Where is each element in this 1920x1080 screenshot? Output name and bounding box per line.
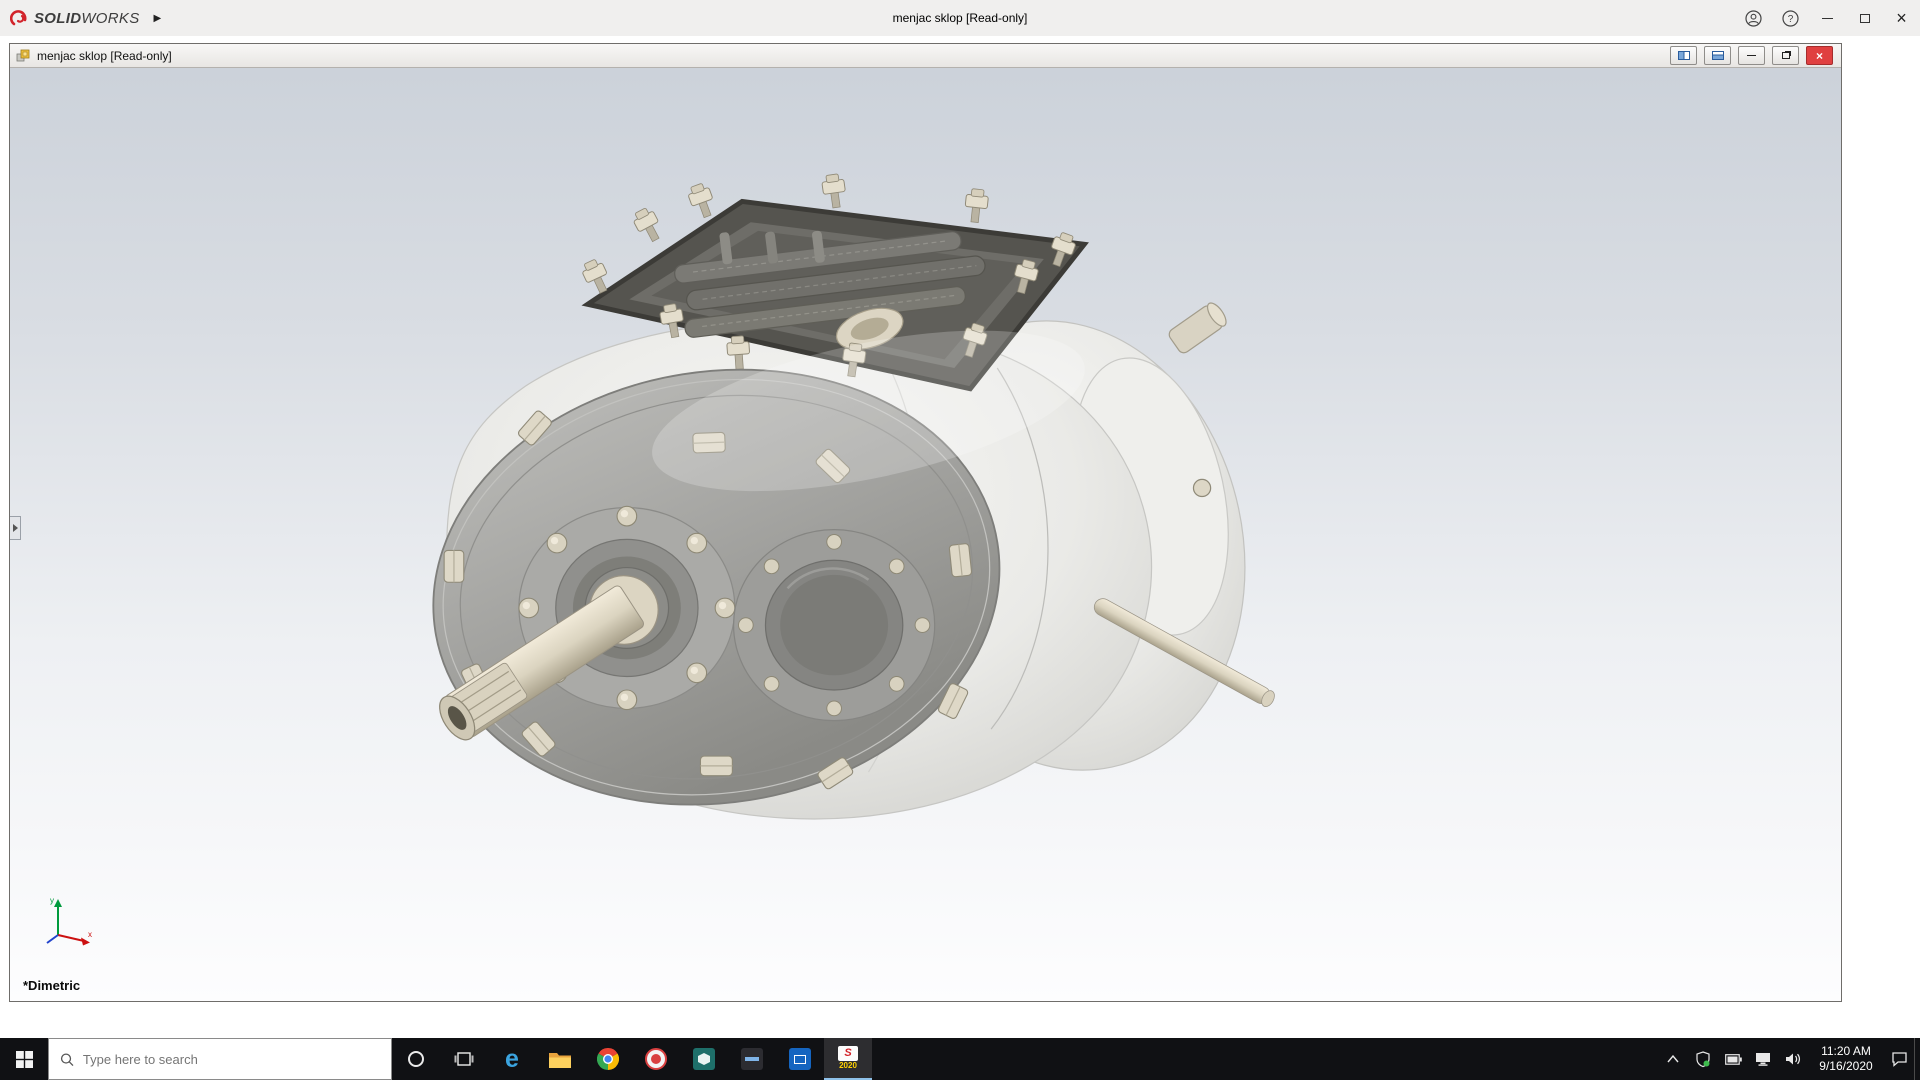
- featuremanager-expand-arrow-icon: [12, 523, 18, 532]
- chrome-button[interactable]: [584, 1038, 632, 1080]
- maximize-button[interactable]: [1846, 0, 1883, 36]
- start-button[interactable]: [0, 1038, 48, 1080]
- account-button[interactable]: [1735, 0, 1772, 36]
- doc-minimize-icon: [1747, 55, 1756, 56]
- app-window-controls: ? ×: [1735, 0, 1920, 36]
- taskbar-search[interactable]: [48, 1038, 392, 1080]
- action-center-button[interactable]: [1884, 1038, 1914, 1080]
- tile-right-button[interactable]: [1704, 46, 1731, 65]
- brand-text: SOLIDWORKS: [34, 9, 140, 27]
- solidworks-logo-icon: [10, 9, 27, 25]
- doc-restore-button[interactable]: [1772, 46, 1799, 65]
- document-window-controls: ×: [1670, 46, 1833, 65]
- graphics-viewport[interactable]: y x *Dimetric: [10, 68, 1841, 1001]
- security-shield-icon: [1696, 1050, 1710, 1067]
- close-button[interactable]: ×: [1883, 0, 1920, 36]
- search-icon: [60, 1052, 74, 1066]
- doc-close-button[interactable]: ×: [1806, 46, 1833, 65]
- doc-close-icon: ×: [1815, 48, 1823, 63]
- battery-tray-button[interactable]: [1718, 1038, 1748, 1080]
- edge-icon: e: [505, 1044, 519, 1073]
- show-desktop-button[interactable]: [1914, 1038, 1920, 1080]
- edge-button[interactable]: e: [488, 1038, 536, 1080]
- security-tray-button[interactable]: [1688, 1038, 1718, 1080]
- pinned-app-3-button[interactable]: [728, 1038, 776, 1080]
- solidworks-taskbar-button[interactable]: S 2020: [824, 1038, 872, 1080]
- volume-icon: [1786, 1053, 1800, 1065]
- file-explorer-icon: [549, 1052, 571, 1068]
- solidworks-icon: S 2020: [838, 1046, 858, 1070]
- app-titlebar: SOLIDWORKS ▶ menjac sklop [Read-only] ? …: [0, 0, 1920, 36]
- featuremanager-expand-tab[interactable]: [10, 515, 21, 540]
- pinned-app-1-button[interactable]: [632, 1038, 680, 1080]
- doc-restore-icon: [1781, 52, 1790, 59]
- task-view-icon: [454, 1052, 474, 1066]
- file-explorer-button[interactable]: [536, 1038, 584, 1080]
- network-tray-button[interactable]: [1748, 1038, 1778, 1080]
- doc-minimize-button[interactable]: [1738, 46, 1765, 65]
- tile-left-button[interactable]: [1670, 46, 1697, 65]
- minimize-icon: [1822, 17, 1833, 19]
- clock-date: 9/16/2020: [1819, 1059, 1873, 1073]
- system-tray: 11:20 AM 9/16/2020: [1658, 1038, 1920, 1080]
- maximize-icon: [1859, 13, 1870, 23]
- pinned-app-1-icon: [645, 1048, 667, 1070]
- reference-triad[interactable]: y x: [38, 893, 96, 951]
- minimize-button[interactable]: [1809, 0, 1846, 36]
- tile-left-icon: [1677, 51, 1690, 60]
- solidworks-year-badge: 2020: [839, 1061, 857, 1070]
- triad-x-label: x: [88, 930, 92, 939]
- battery-icon: [1724, 1053, 1742, 1065]
- action-center-icon: [1891, 1052, 1907, 1067]
- breather-stub[interactable]: [1167, 300, 1230, 355]
- tray-expand-button[interactable]: [1658, 1038, 1688, 1080]
- network-icon: [1756, 1053, 1770, 1066]
- svg-text:?: ?: [1788, 14, 1794, 25]
- document-title: menjac sklop [Read-only]: [37, 48, 172, 63]
- cortana-icon: [408, 1051, 424, 1067]
- assembly-document-icon: [16, 49, 30, 62]
- app-window-title: menjac sklop [Read-only]: [892, 11, 1028, 25]
- triad-y-label: y: [50, 896, 54, 905]
- account-icon: [1745, 9, 1762, 27]
- chrome-icon: [597, 1048, 619, 1070]
- clock-time: 11:20 AM: [1821, 1044, 1871, 1058]
- help-icon: ?: [1782, 9, 1799, 27]
- chevron-up-icon: [1667, 1055, 1679, 1063]
- pinned-app-4-button[interactable]: [776, 1038, 824, 1080]
- 3d-model[interactable]: [10, 68, 1841, 1001]
- windows-start-icon: [15, 1050, 33, 1068]
- pinned-app-2-icon: [693, 1048, 715, 1070]
- taskbar: e S 2020: [0, 1038, 1920, 1080]
- task-view-button[interactable]: [440, 1038, 488, 1080]
- solidworks-logo: SOLIDWORKS: [10, 9, 140, 28]
- pinned-app-4-icon: [789, 1048, 811, 1070]
- document-window: menjac sklop [Read-only] × y x *Dimetric: [9, 43, 1842, 1002]
- volume-tray-button[interactable]: [1778, 1038, 1808, 1080]
- search-input[interactable]: [82, 1051, 380, 1067]
- document-titlebar[interactable]: menjac sklop [Read-only] ×: [10, 44, 1841, 68]
- tile-right-icon: [1711, 51, 1724, 60]
- side-cover[interactable]: [732, 528, 936, 722]
- cortana-button[interactable]: [392, 1038, 440, 1080]
- pinned-app-3-icon: [741, 1048, 763, 1070]
- menu-expand-arrow-icon[interactable]: ▶: [154, 13, 162, 24]
- pinned-app-2-button[interactable]: [680, 1038, 728, 1080]
- view-orientation-label: *Dimetric: [23, 978, 81, 993]
- help-button[interactable]: ?: [1772, 0, 1809, 36]
- taskbar-clock[interactable]: 11:20 AM 9/16/2020: [1808, 1044, 1884, 1074]
- close-icon: ×: [1896, 8, 1907, 28]
